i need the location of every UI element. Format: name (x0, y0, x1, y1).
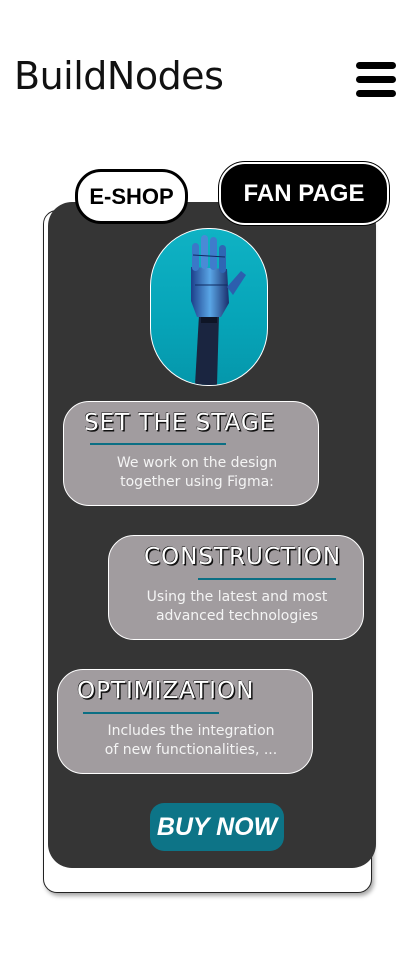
brand-logo[interactable]: BuildNodes (14, 54, 224, 98)
step-title: CONSTRUCTION (144, 544, 342, 570)
step-description-line: Using the latest and most (146, 589, 328, 605)
buy-now-button[interactable]: BUY NOW (150, 803, 284, 851)
step-title: OPTIMIZATION (77, 678, 255, 704)
step-description: We work on the design together using Fig… (94, 454, 300, 492)
menu-bar (356, 90, 396, 97)
step-description-line: of new functionalities, ... (104, 742, 278, 758)
robot-hand-illustration (191, 235, 246, 385)
menu-bar (356, 62, 396, 69)
menu-bar (356, 76, 396, 83)
title-underline (198, 578, 336, 580)
title-underline (90, 443, 226, 445)
step-description-line: We work on the design (116, 455, 278, 471)
step-description-line: together using Figma: (120, 474, 274, 490)
step-description-line: Includes the integration (107, 723, 275, 739)
step-card-construction: CONSTRUCTION Using the latest and most a… (108, 535, 364, 640)
robot-hand-image (150, 228, 268, 386)
step-title: SET THE STAGE (84, 410, 276, 436)
step-description: Using the latest and most advanced techn… (119, 588, 355, 626)
title-underline (83, 712, 219, 714)
step-card-optimization: OPTIMIZATION Includes the integration of… (57, 669, 313, 774)
step-description-line: advanced technologies (155, 608, 319, 624)
tab-fan-page[interactable]: FAN PAGE (219, 162, 389, 225)
tab-eshop[interactable]: E-SHOP (75, 169, 188, 224)
step-description: Includes the integration of new function… (86, 722, 296, 760)
step-card-set-the-stage: SET THE STAGE We work on the design toge… (63, 401, 319, 506)
hamburger-menu-icon[interactable] (356, 62, 396, 98)
